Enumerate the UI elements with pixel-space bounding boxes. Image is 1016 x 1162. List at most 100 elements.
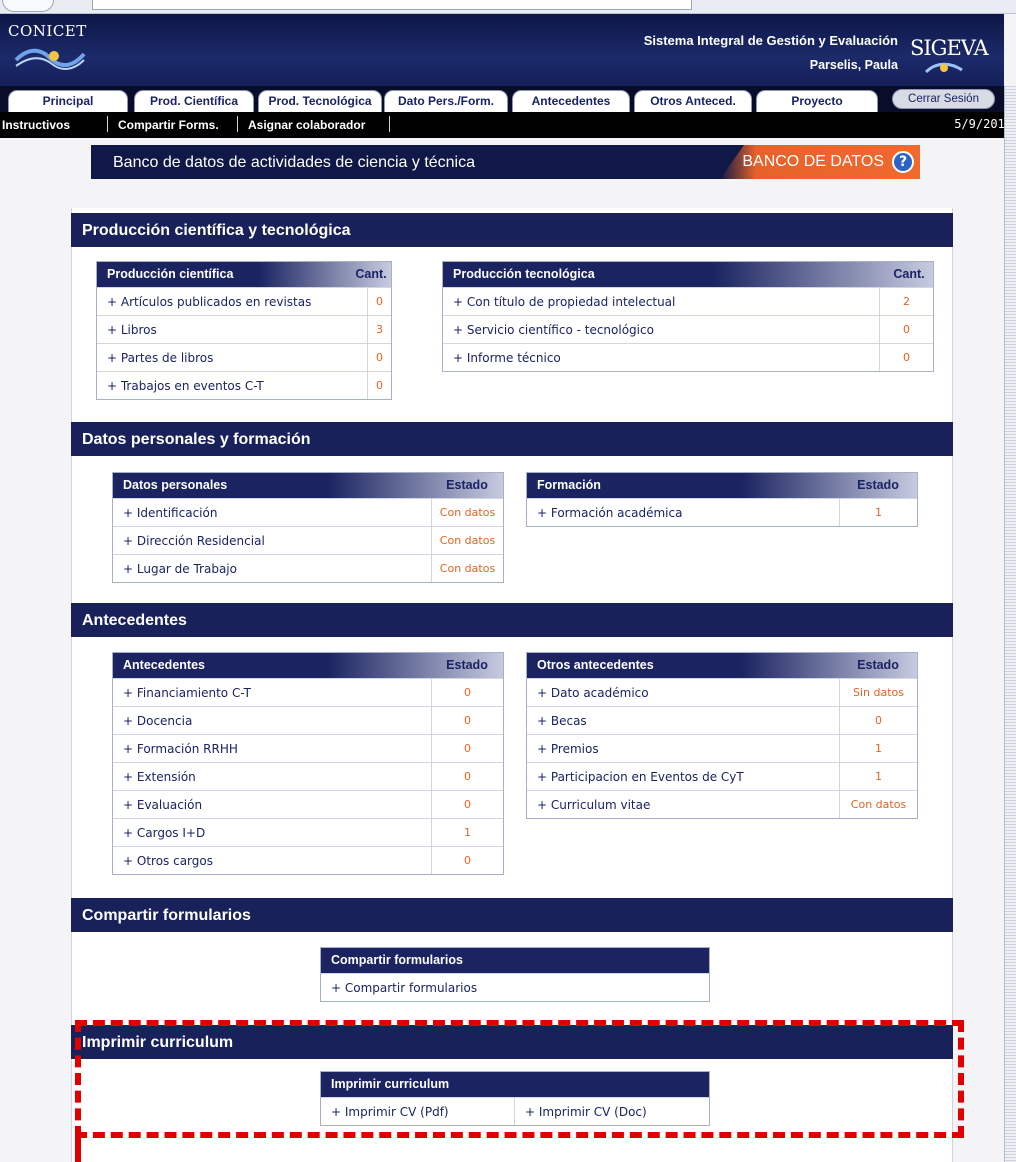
row-link[interactable]: + Con título de propiedad intelectual [453, 295, 675, 309]
row-link[interactable]: + Trabajos en eventos C-T [107, 379, 264, 393]
main-tabs: Principal Prod. Científica Prod. Tecnoló… [0, 86, 1004, 112]
table-header: Otros antecedentes Estado [527, 653, 917, 678]
row-link[interactable]: + Curriculum vitae [537, 798, 650, 812]
subnav-compartir-forms[interactable]: Compartir Forms. [118, 118, 219, 132]
row-count: 1 [431, 819, 503, 846]
tab-prod-tecnologica[interactable]: Prod. Tecnológica [258, 90, 382, 112]
sigeva-logo-text: SIGEVA [910, 36, 989, 60]
table-row[interactable]: + Premios 1 [527, 734, 917, 762]
table-row[interactable]: + Con título de propiedad intelectual 2 [443, 287, 933, 315]
table-header: Producción científica Cant. [97, 262, 391, 287]
table-header-label: Antecedentes [123, 658, 205, 672]
table-row[interactable]: + Libros 3 [97, 315, 391, 343]
highlight-annotation [75, 1020, 964, 1138]
table-row[interactable]: + Dirección Residencial Con datos [113, 526, 503, 554]
row-link[interactable]: + Lugar de Trabajo [123, 562, 237, 576]
table-row[interactable]: + Compartir formularios [321, 973, 709, 1001]
table-header: Producción tecnológica Cant. [443, 262, 933, 287]
banner-label: BANCO DE DATOS [742, 153, 884, 170]
row-link[interactable]: + Formación académica [537, 506, 682, 520]
table-row[interactable]: + Dato académico Sin datos [527, 678, 917, 706]
address-bar[interactable] [92, 0, 692, 10]
browser-back-button[interactable] [2, 0, 54, 12]
row-count: 0 [431, 707, 503, 734]
table-header-label: Formación [537, 478, 601, 492]
compartir-formularios-link[interactable]: + Compartir formularios [331, 981, 477, 995]
highlight-annotation-tail [75, 1138, 81, 1162]
table-row[interactable]: + Trabajos en eventos C-T 0 [97, 371, 391, 399]
row-link[interactable]: + Libros [107, 323, 157, 337]
sigeva-logo[interactable]: SIGEVA [910, 30, 996, 80]
conicet-logo[interactable]: CONICET [8, 22, 87, 40]
row-link[interactable]: + Identificación [123, 506, 217, 520]
table-row[interactable]: + Artículos publicados en revistas 0 [97, 287, 391, 315]
table-row[interactable]: + Servicio científico - tecnológico 0 [443, 315, 933, 343]
row-count: 0 [431, 791, 503, 818]
scrollbar[interactable] [1004, 86, 1016, 1162]
tab-otros-anteced[interactable]: Otros Anteced. [634, 90, 752, 112]
table-row[interactable]: + Formación académica 1 [527, 498, 917, 526]
table-header-label: Datos personales [123, 478, 228, 492]
table-row[interactable]: + Formación RRHH 0 [113, 734, 503, 762]
table-row[interactable]: + Otros cargos 0 [113, 846, 503, 874]
row-link[interactable]: + Extensión [123, 770, 196, 784]
row-link[interactable]: + Financiamiento C-T [123, 686, 251, 700]
row-link[interactable]: + Cargos I+D [123, 826, 205, 840]
row-count: 0 [367, 372, 391, 399]
logout-button[interactable]: Cerrar Sesión [892, 89, 995, 109]
row-link[interactable]: + Evaluación [123, 798, 202, 812]
table-row[interactable]: + Evaluación 0 [113, 790, 503, 818]
app-header: CONICET Sistema Integral de Gestión y Ev… [0, 14, 1004, 86]
table-formacion: Formación Estado + Formación académica 1 [526, 472, 918, 527]
table-row[interactable]: + Financiamiento C-T 0 [113, 678, 503, 706]
row-link[interactable]: + Formación RRHH [123, 742, 238, 756]
state-header: Estado [857, 478, 899, 492]
row-link[interactable]: + Docencia [123, 714, 192, 728]
subnav-instructivos[interactable]: Instructivos [2, 118, 70, 132]
row-status: 1 [839, 735, 917, 762]
table-row[interactable]: + Becas 0 [527, 706, 917, 734]
tab-antecedentes[interactable]: Antecedentes [512, 90, 630, 112]
table-row[interactable]: + Curriculum vitae Con datos [527, 790, 917, 818]
table-row[interactable]: + Partes de libros 0 [97, 343, 391, 371]
row-link[interactable]: + Dato académico [537, 686, 649, 700]
subnav-asignar-colaborador[interactable]: Asignar colaborador [248, 118, 365, 132]
table-header-label: Producción científica [107, 267, 234, 281]
row-link[interactable]: + Dirección Residencial [123, 534, 265, 548]
system-title: Sistema Integral de Gestión y Evaluación [643, 33, 898, 48]
table-row[interactable]: + Docencia 0 [113, 706, 503, 734]
table-row[interactable]: + Lugar de Trabajo Con datos [113, 554, 503, 582]
divider [389, 116, 390, 132]
tab-proyecto[interactable]: Proyecto [756, 90, 878, 112]
table-row[interactable]: + Cargos I+D 1 [113, 818, 503, 846]
divider [237, 116, 238, 132]
table-row[interactable]: + Identificación Con datos [113, 498, 503, 526]
row-link[interactable]: + Becas [537, 714, 587, 728]
page: CONICET Sistema Integral de Gestión y Ev… [0, 0, 1016, 1162]
row-link[interactable]: + Participacion en Eventos de CyT [537, 770, 744, 784]
page-banner: Banco de datos de actividades de ciencia… [91, 145, 920, 179]
sub-navigation: Instructivos Compartir Forms. Asignar co… [0, 112, 1016, 138]
browser-toolbar [0, 0, 1016, 14]
row-count: 0 [367, 288, 391, 315]
tab-principal[interactable]: Principal [8, 90, 128, 112]
conicet-wave-icon [14, 48, 86, 70]
table-otros-antecedentes: Otros antecedentes Estado + Dato académi… [526, 652, 918, 819]
row-link[interactable]: + Premios [537, 742, 599, 756]
row-link[interactable]: + Artículos publicados en revistas [107, 295, 311, 309]
row-link[interactable]: + Servicio científico - tecnológico [453, 323, 654, 337]
state-header: Estado [857, 658, 899, 672]
tab-prod-cientifica[interactable]: Prod. Científica [134, 90, 254, 112]
table-row[interactable]: + Extensión 0 [113, 762, 503, 790]
row-link[interactable]: + Otros cargos [123, 854, 213, 868]
help-icon[interactable]: ? [892, 151, 914, 173]
table-compartir-formularios: Compartir formularios + Compartir formul… [320, 947, 710, 1002]
row-link[interactable]: + Informe técnico [453, 351, 561, 365]
state-header: Estado [446, 478, 488, 492]
row-link[interactable]: + Partes de libros [107, 351, 213, 365]
count-header: Cant. [893, 267, 925, 281]
table-antecedentes: Antecedentes Estado + Financiamiento C-T… [112, 652, 504, 875]
tab-dato-pers-form[interactable]: Dato Pers./Form. [384, 90, 508, 112]
table-row[interactable]: + Informe técnico 0 [443, 343, 933, 371]
table-row[interactable]: + Participacion en Eventos de CyT 1 [527, 762, 917, 790]
